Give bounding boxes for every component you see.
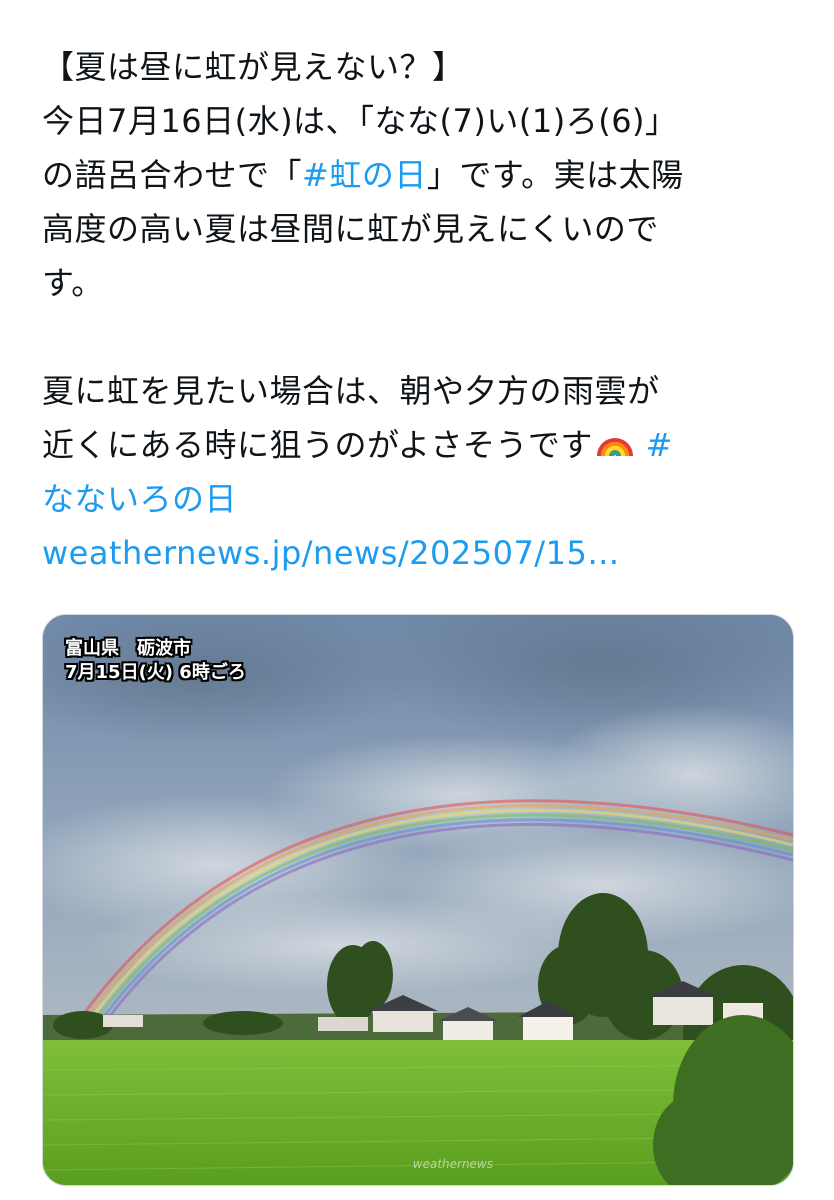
hashtag-nanairo-part1[interactable]: #: [646, 426, 673, 464]
rainbow-photo: [43, 615, 793, 1185]
tweet-text: 【夏は昼に虹が見えない？】 今日7月16日(水)は、「なな(7)い(1)ろ(6)…: [42, 40, 802, 580]
tweet-text-fragment: の語呂合わせで「: [42, 156, 303, 194]
tweet-text-fragment: 」です。実は太陽: [426, 156, 684, 194]
watermark-logo: weathernews: [412, 1157, 493, 1171]
tweet-line: す。: [42, 264, 104, 302]
rainbow-emoji-icon: [596, 438, 633, 457]
tweet-line: 夏に虹を見たい場合は、朝や夕方の雨雲が: [42, 372, 660, 410]
caption-datetime: 7月15日(火) 6時ごろ: [65, 662, 246, 683]
tweet-photo[interactable]: 富山県 砺波市 7月15日(火) 6時ごろ weathernews: [42, 614, 794, 1186]
tweet-line: の語呂合わせで「#虹の日」です。実は太陽: [42, 148, 802, 202]
tweet-line: 近くにある時に狙うのがよさそうです #: [42, 418, 802, 472]
tweet-headline: 【夏は昼に虹が見えない？】: [42, 48, 465, 86]
photo-caption: 富山県 砺波市 7月15日(火) 6時ごろ: [65, 637, 246, 685]
tweet-text-fragment: 近くにある時に狙うのがよさそうです: [42, 426, 593, 464]
caption-location: 富山県 砺波市: [65, 638, 191, 659]
tweet-line: 今日7月16日(水)は、「なな(7)い(1)ろ(6)」: [42, 102, 678, 140]
tweet-link[interactable]: weathernews.jp/news/202507/15…: [42, 526, 802, 580]
hashtag-niji-no-hi[interactable]: #虹の日: [302, 156, 427, 194]
hashtag-nanairo-no-hi[interactable]: なないろの日: [42, 480, 237, 518]
tweet-line: なないろの日: [42, 472, 802, 526]
tweet-line: 高度の高い夏は昼間に虹が見えにくいので: [42, 210, 659, 248]
